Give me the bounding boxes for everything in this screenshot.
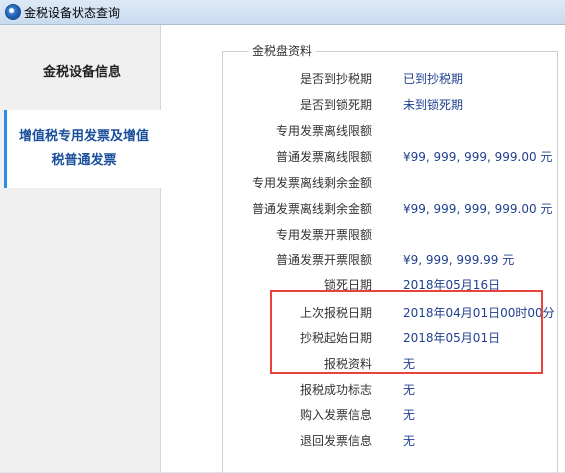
- highlight-box: [270, 290, 543, 374]
- sidebar-item-label: 增值税专用发票及增值税普通发票: [18, 129, 149, 168]
- sidebar-item-label: 金税设备信息: [42, 64, 121, 80]
- sidebar-item-invoices[interactable]: 增值税专用发票及增值税普通发票: [4, 110, 161, 188]
- row-value: 无: [403, 383, 416, 397]
- row-value: 已到抄税期: [403, 72, 464, 86]
- app-logo-icon: [5, 4, 21, 20]
- row-label: 专用发票开票限额: [275, 228, 372, 242]
- row-value: 无: [403, 408, 416, 422]
- row-label: 是否到抄税期: [299, 72, 372, 86]
- window-titlebar: 金税设备状态查询: [0, 0, 565, 25]
- group-legend: 金税盘资料: [248, 42, 317, 59]
- row-value: 未到锁死期: [403, 98, 464, 112]
- row-label: 普通发票离线限额: [275, 150, 372, 164]
- row-label: 退回发票信息: [299, 434, 372, 448]
- row-label: 购入发票信息: [299, 408, 372, 422]
- row-value: 无: [403, 434, 416, 448]
- row-value: ¥99, 999, 999, 999.00 元: [403, 202, 553, 216]
- row-value: ¥99, 999, 999, 999.00 元: [403, 150, 553, 164]
- sidebar-item-device-info[interactable]: 金税设备信息: [4, 30, 160, 110]
- row-label: 报税成功标志: [299, 383, 372, 397]
- row-label: 是否到锁死期: [299, 98, 372, 112]
- row-label: 普通发票离线剩余金额: [251, 202, 372, 216]
- row-value: ¥9, 999, 999.99 元: [403, 253, 515, 267]
- row-label: 专用发票离线限额: [275, 124, 372, 138]
- row-label: 专用发票离线剩余金额: [251, 176, 372, 190]
- row-label: 普通发票开票限额: [275, 253, 372, 267]
- window-title: 金税设备状态查询: [24, 6, 121, 20]
